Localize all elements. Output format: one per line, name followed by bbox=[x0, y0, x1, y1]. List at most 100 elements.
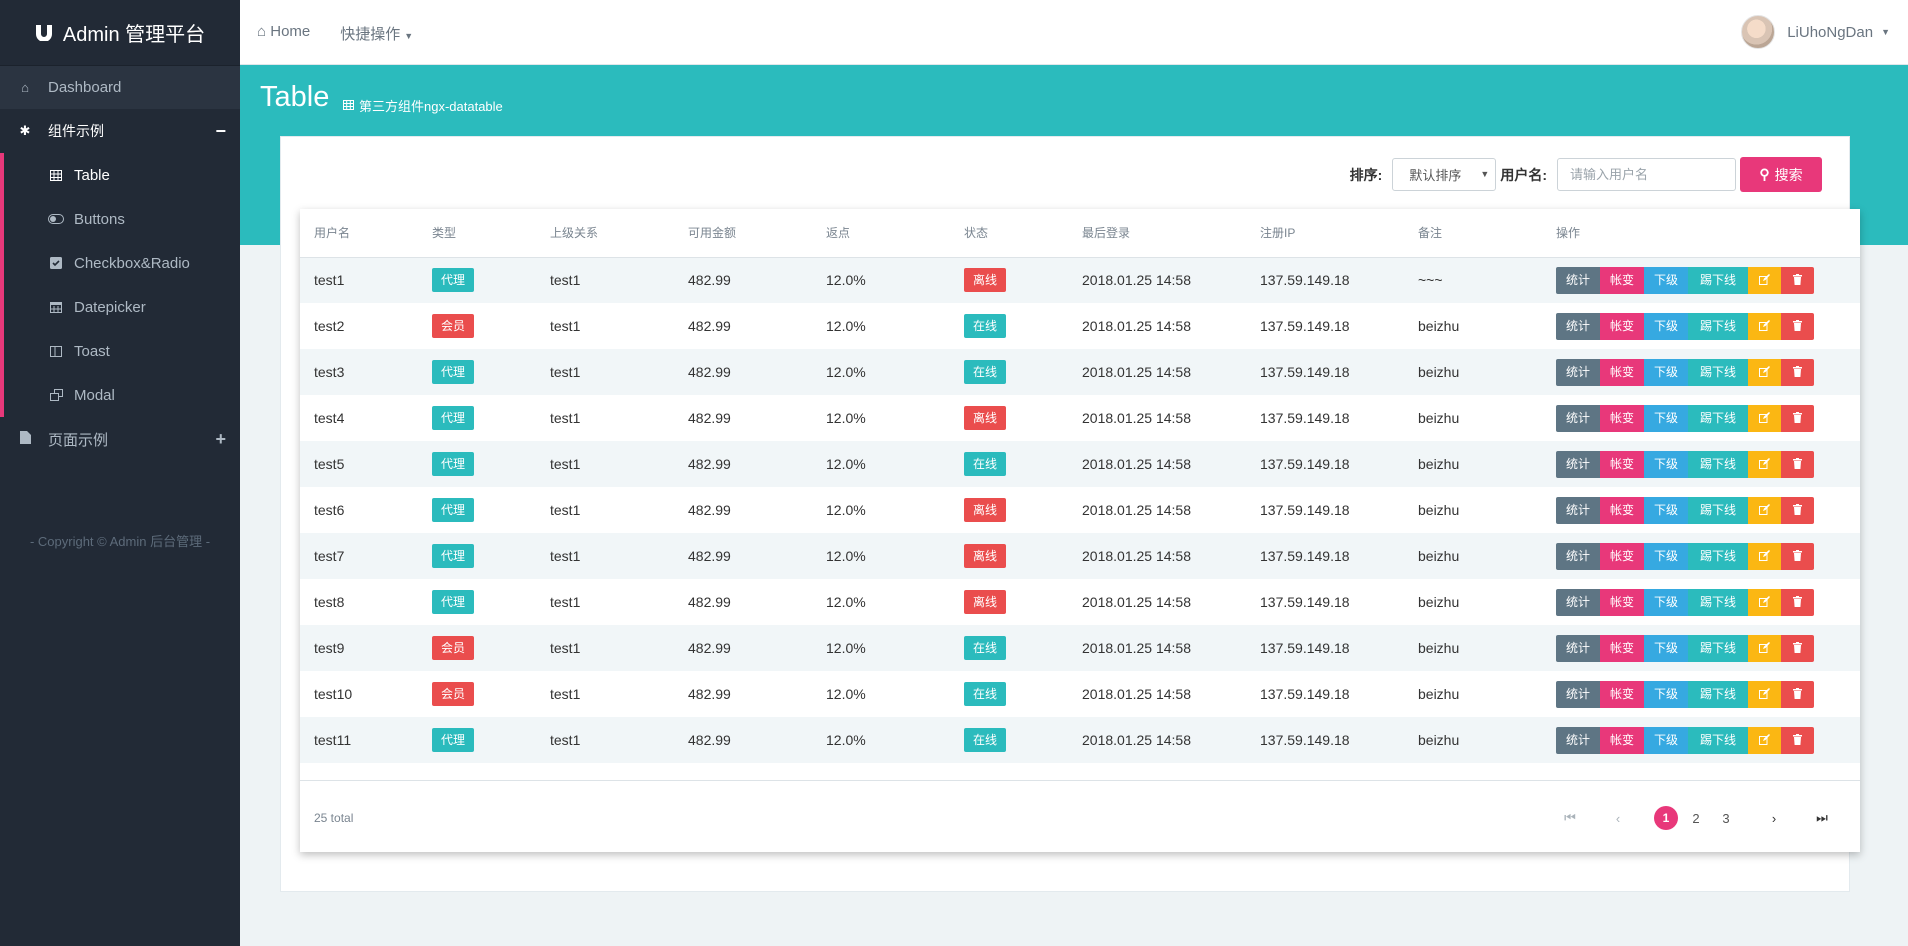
kick-offline-button[interactable]: 踢下线 bbox=[1688, 634, 1748, 662]
sidebar-item-dashboard[interactable]: ⌂ Dashboard bbox=[0, 65, 240, 109]
column-header[interactable]: 最后登录 bbox=[1068, 209, 1246, 258]
sidebar-item-table[interactable]: Table bbox=[4, 153, 240, 197]
column-header[interactable]: 注册IP bbox=[1246, 209, 1404, 258]
brand[interactable]: Admin 管理平台 bbox=[0, 0, 240, 65]
subordinates-button[interactable]: 下级 bbox=[1644, 450, 1688, 478]
home-link[interactable]: ⌂ Home bbox=[257, 23, 310, 44]
kick-offline-button[interactable]: 踢下线 bbox=[1688, 588, 1748, 616]
edit-icon[interactable] bbox=[1748, 680, 1781, 708]
kick-offline-button[interactable]: 踢下线 bbox=[1688, 358, 1748, 386]
subordinates-button[interactable]: 下级 bbox=[1644, 634, 1688, 662]
column-header[interactable]: 操作 bbox=[1542, 209, 1860, 258]
page-number[interactable]: 2 bbox=[1684, 806, 1708, 830]
delete-icon[interactable] bbox=[1781, 404, 1814, 432]
column-header[interactable]: 可用金额 bbox=[674, 209, 812, 258]
stats-button[interactable]: 统计 bbox=[1556, 634, 1600, 662]
balance-change-button[interactable]: 帐变 bbox=[1600, 680, 1644, 708]
username-search-input[interactable] bbox=[1557, 158, 1736, 191]
column-header[interactable]: 返点 bbox=[812, 209, 950, 258]
balance-change-button[interactable]: 帐变 bbox=[1600, 496, 1644, 524]
subordinates-button[interactable]: 下级 bbox=[1644, 312, 1688, 340]
kick-offline-button[interactable]: 踢下线 bbox=[1688, 312, 1748, 340]
delete-icon[interactable] bbox=[1781, 312, 1814, 340]
page-number[interactable]: 3 bbox=[1714, 806, 1738, 830]
subordinates-button[interactable]: 下级 bbox=[1644, 496, 1688, 524]
kick-offline-button[interactable]: 踢下线 bbox=[1688, 496, 1748, 524]
subordinates-button[interactable]: 下级 bbox=[1644, 726, 1688, 754]
stats-button[interactable]: 统计 bbox=[1556, 542, 1600, 570]
edit-icon[interactable] bbox=[1748, 588, 1781, 616]
sidebar-item-toast[interactable]: Toast bbox=[4, 329, 240, 373]
column-header[interactable]: 类型 bbox=[418, 209, 536, 258]
stats-button[interactable]: 统计 bbox=[1556, 266, 1600, 294]
delete-icon[interactable] bbox=[1781, 496, 1814, 524]
stats-button[interactable]: 统计 bbox=[1556, 404, 1600, 432]
stats-button[interactable]: 统计 bbox=[1556, 588, 1600, 616]
edit-icon[interactable] bbox=[1748, 266, 1781, 294]
sidebar-group-pages[interactable]: 页面示例 + bbox=[0, 417, 240, 461]
balance-change-button[interactable]: 帐变 bbox=[1600, 634, 1644, 662]
user-menu[interactable]: LiUhoNgDan ▼ bbox=[1741, 15, 1890, 49]
balance-change-button[interactable]: 帐变 bbox=[1600, 266, 1644, 294]
kick-offline-button[interactable]: 踢下线 bbox=[1688, 404, 1748, 432]
subordinates-button[interactable]: 下级 bbox=[1644, 404, 1688, 432]
sort-select[interactable]: 默认排序 ▼ bbox=[1392, 158, 1497, 191]
delete-icon[interactable] bbox=[1781, 680, 1814, 708]
edit-icon[interactable] bbox=[1748, 450, 1781, 478]
page-number[interactable]: 1 bbox=[1654, 806, 1678, 830]
collapse-icon[interactable]: − bbox=[215, 121, 226, 142]
stats-button[interactable]: 统计 bbox=[1556, 312, 1600, 340]
sidebar-group-components[interactable]: ✱ 组件示例 − bbox=[0, 109, 240, 153]
subordinates-button[interactable]: 下级 bbox=[1644, 680, 1688, 708]
balance-change-button[interactable]: 帐变 bbox=[1600, 542, 1644, 570]
sidebar-item-datepicker[interactable]: Datepicker bbox=[4, 285, 240, 329]
sidebar-item-checkbox[interactable]: Checkbox&Radio bbox=[4, 241, 240, 285]
last-page-icon[interactable]: ⏭ bbox=[1810, 806, 1834, 830]
edit-icon[interactable] bbox=[1748, 312, 1781, 340]
stats-button[interactable]: 统计 bbox=[1556, 450, 1600, 478]
delete-icon[interactable] bbox=[1781, 726, 1814, 754]
edit-icon[interactable] bbox=[1748, 634, 1781, 662]
stats-button[interactable]: 统计 bbox=[1556, 496, 1600, 524]
edit-icon[interactable] bbox=[1748, 496, 1781, 524]
balance-change-button[interactable]: 帐变 bbox=[1600, 726, 1644, 754]
edit-icon[interactable] bbox=[1748, 542, 1781, 570]
quick-actions-dropdown[interactable]: 快捷操作 ▼ bbox=[340, 23, 413, 44]
kick-offline-button[interactable]: 踢下线 bbox=[1688, 450, 1748, 478]
delete-icon[interactable] bbox=[1781, 588, 1814, 616]
next-page-icon[interactable]: › bbox=[1762, 806, 1786, 830]
edit-icon[interactable] bbox=[1748, 726, 1781, 754]
kick-offline-button[interactable]: 踢下线 bbox=[1688, 266, 1748, 294]
delete-icon[interactable] bbox=[1781, 542, 1814, 570]
stats-button[interactable]: 统计 bbox=[1556, 680, 1600, 708]
subordinates-button[interactable]: 下级 bbox=[1644, 358, 1688, 386]
sidebar-item-modal[interactable]: Modal bbox=[4, 373, 240, 417]
stats-button[interactable]: 统计 bbox=[1556, 358, 1600, 386]
column-header[interactable]: 状态 bbox=[950, 209, 1068, 258]
kick-offline-button[interactable]: 踢下线 bbox=[1688, 542, 1748, 570]
column-header[interactable]: 备注 bbox=[1404, 209, 1542, 258]
balance-change-button[interactable]: 帐变 bbox=[1600, 588, 1644, 616]
expand-icon[interactable]: + bbox=[215, 429, 226, 450]
balance-change-button[interactable]: 帐变 bbox=[1600, 358, 1644, 386]
delete-icon[interactable] bbox=[1781, 450, 1814, 478]
balance-change-button[interactable]: 帐变 bbox=[1600, 312, 1644, 340]
subordinates-button[interactable]: 下级 bbox=[1644, 588, 1688, 616]
column-header[interactable]: 上级关系 bbox=[536, 209, 674, 258]
delete-icon[interactable] bbox=[1781, 634, 1814, 662]
stats-button[interactable]: 统计 bbox=[1556, 726, 1600, 754]
first-page-icon[interactable]: ⏮ bbox=[1558, 806, 1582, 830]
balance-change-button[interactable]: 帐变 bbox=[1600, 450, 1644, 478]
column-header[interactable]: 用户名 bbox=[300, 209, 418, 258]
subordinates-button[interactable]: 下级 bbox=[1644, 542, 1688, 570]
kick-offline-button[interactable]: 踢下线 bbox=[1688, 680, 1748, 708]
sidebar-item-buttons[interactable]: Buttons bbox=[4, 197, 240, 241]
balance-change-button[interactable]: 帐变 bbox=[1600, 404, 1644, 432]
edit-icon[interactable] bbox=[1748, 404, 1781, 432]
edit-icon[interactable] bbox=[1748, 358, 1781, 386]
prev-page-icon[interactable]: ‹ bbox=[1606, 806, 1630, 830]
subordinates-button[interactable]: 下级 bbox=[1644, 266, 1688, 294]
delete-icon[interactable] bbox=[1781, 358, 1814, 386]
delete-icon[interactable] bbox=[1781, 266, 1814, 294]
search-button[interactable]: ⚲ 搜索 bbox=[1740, 157, 1822, 192]
